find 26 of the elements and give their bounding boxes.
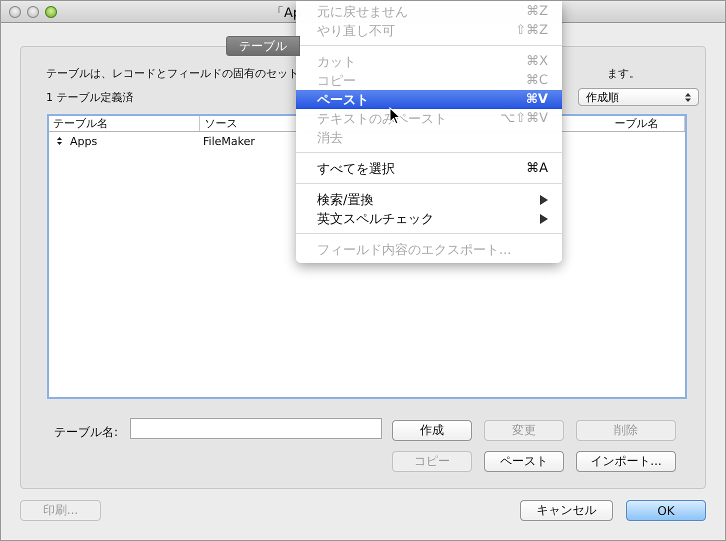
sort-dropdown[interactable]: 作成順 (578, 88, 699, 106)
updown-arrows-icon (685, 92, 691, 102)
close-button[interactable] (9, 6, 21, 18)
menu-item[interactable]: 検索/置換 (296, 190, 562, 209)
description-text: テーブルは、レコードとフィールドの固有のセット (46, 66, 299, 80)
table-cell: FileMaker (203, 134, 255, 148)
window-title: 「Ap (271, 5, 302, 22)
minimize-button[interactable] (27, 6, 39, 18)
action-button[interactable]: ペースト (484, 451, 564, 472)
table-cell-text: Apps (69, 134, 98, 148)
reorder-handle-icon[interactable] (57, 137, 62, 145)
description-text: ます。 (607, 66, 640, 80)
menu-item[interactable]: 英文スペルチェック (296, 209, 562, 228)
table-name-label: テーブル名: (54, 424, 120, 441)
column-header[interactable]: ーブル名 (610, 116, 686, 131)
table-name-field[interactable] (130, 418, 382, 439)
tab[interactable]: テーブル (226, 36, 300, 56)
zoom-button[interactable] (45, 6, 57, 18)
cancel-button[interactable]: キャンセル (520, 500, 613, 521)
action-button[interactable]: 作成 (392, 420, 472, 441)
ok-button[interactable]: OK (626, 500, 706, 521)
menu-item[interactable]: ペースト ⌘V (296, 90, 562, 109)
table-count: 1 テーブル定義済 (46, 90, 134, 104)
menu-item[interactable]: すべてを選択 ⌘A (296, 159, 562, 178)
column-header[interactable]: テーブル名 (49, 116, 200, 131)
action-button[interactable]: インポート... (576, 451, 676, 472)
